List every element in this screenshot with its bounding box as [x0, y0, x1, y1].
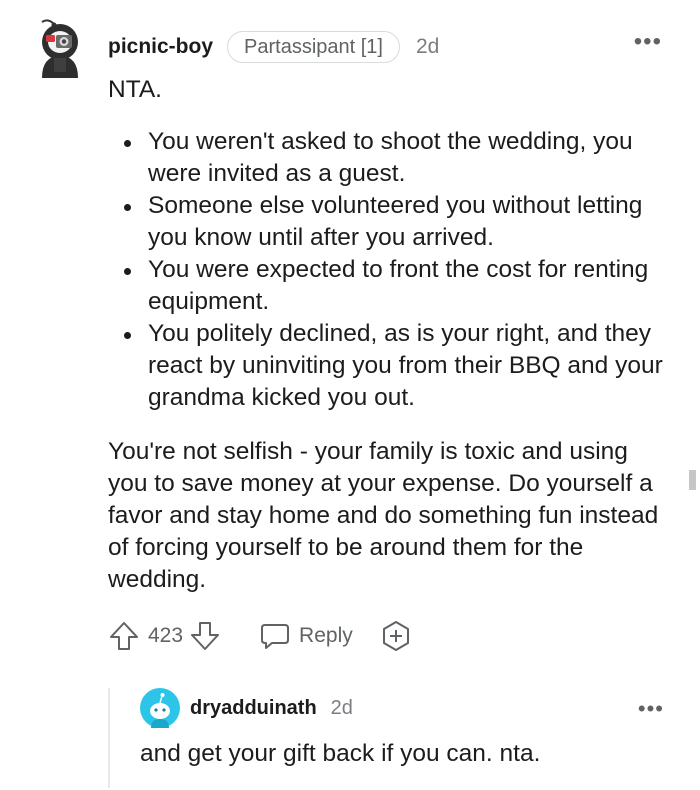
bullet-list: You weren't asked to shoot the wedding, …: [108, 126, 668, 414]
comment-intro: NTA.: [108, 76, 162, 103]
user-flair: Partassipant [1]: [227, 31, 400, 63]
user-avatar[interactable]: [34, 18, 86, 78]
vote-count: 423: [148, 624, 184, 647]
comment-body: NTA. You weren't asked to shoot the wedd…: [108, 74, 668, 596]
award-plus-icon[interactable]: [379, 619, 413, 653]
scrollbar[interactable]: [689, 470, 696, 490]
list-item: Someone else volunteered you without let…: [124, 190, 668, 254]
reply-username[interactable]: dryadduinath: [190, 697, 317, 720]
reply-more-options-icon[interactable]: •••: [638, 698, 664, 720]
list-item: You weren't asked to shoot the wedding, …: [124, 126, 668, 190]
comment-header: picnic-boy Partassipant [1] 2d: [108, 30, 439, 64]
reply-button[interactable]: Reply: [259, 620, 353, 652]
reply-label: Reply: [299, 624, 353, 647]
reply-user-avatar[interactable]: [140, 688, 180, 728]
thread-line[interactable]: [108, 688, 110, 788]
comment-timestamp: 2d: [415, 35, 440, 58]
comment-username[interactable]: picnic-boy: [108, 35, 213, 59]
downvote-icon[interactable]: [189, 620, 221, 652]
reply-body: and get your gift back if you can. nta.: [140, 740, 541, 767]
comment-actions: 423 Reply: [108, 620, 413, 652]
comment-closing: You're not selfish - your family is toxi…: [108, 438, 659, 593]
list-item: You were expected to front the cost for …: [124, 254, 668, 318]
reply-timestamp: 2d: [330, 697, 353, 719]
speech-bubble-icon: [259, 620, 291, 652]
list-item: You politely declined, as is your right,…: [124, 318, 668, 414]
more-options-icon[interactable]: •••: [634, 30, 662, 54]
upvote-icon[interactable]: [108, 620, 140, 652]
reply-header: dryadduinath 2d: [190, 697, 353, 720]
